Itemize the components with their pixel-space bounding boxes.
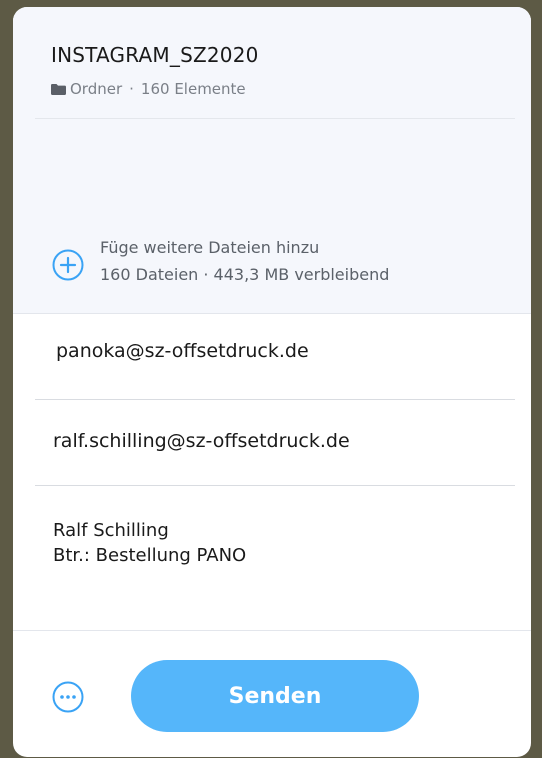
more-options-icon[interactable] (52, 681, 84, 713)
add-files-label: Füge weitere Dateien hinzu (100, 238, 320, 257)
recipient-email[interactable]: panoka@sz-offsetdruck.de (56, 340, 309, 362)
folder-icon (51, 83, 66, 95)
recipient-field[interactable]: panoka@sz-offsetdruck.de (35, 313, 515, 400)
item-count: 160 Elemente (140, 80, 246, 98)
add-files-text: Füge weitere Dateien hinzu 160 Dateien ·… (100, 237, 389, 287)
message-line: Ralf Schilling (53, 520, 169, 541)
transfer-meta: Ordner · 160 Elemente (51, 80, 246, 98)
add-files-sublabel: 160 Dateien · 443,3 MB verbleibend (100, 265, 390, 284)
plus-circle-icon[interactable] (52, 249, 84, 281)
sender-field[interactable]: ralf.schilling@sz-offsetdruck.de (35, 399, 515, 486)
meta-separator: · (129, 80, 134, 98)
add-files-row[interactable]: Füge weitere Dateien hinzu 160 Dateien ·… (52, 237, 389, 287)
divider (35, 118, 515, 119)
transfer-summary: INSTAGRAM_SZ2020 Ordner · 160 Elemente F… (13, 7, 531, 314)
transfer-title: INSTAGRAM_SZ2020 (51, 43, 259, 67)
send-button[interactable]: Senden (131, 660, 419, 732)
footer-divider (13, 630, 531, 631)
message-field[interactable]: Ralf Schilling Btr.: Bestellung PANO (53, 518, 246, 568)
type-label: Ordner (70, 80, 123, 98)
transfer-panel: INSTAGRAM_SZ2020 Ordner · 160 Elemente F… (13, 7, 531, 757)
message-line: Btr.: Bestellung PANO (53, 545, 247, 566)
sender-email[interactable]: ralf.schilling@sz-offsetdruck.de (53, 430, 350, 452)
